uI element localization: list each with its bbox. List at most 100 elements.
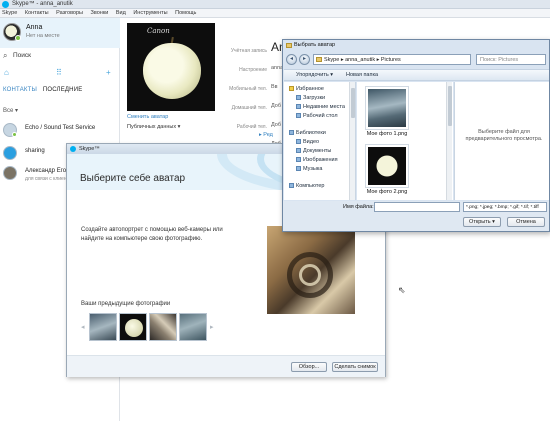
previous-photos-strip: ◂ ▸	[81, 313, 221, 341]
pictures-icon	[296, 157, 301, 163]
mouse-cursor-icon: ⇖	[398, 285, 406, 295]
skype-logo-icon	[70, 146, 76, 152]
tab-contacts[interactable]: КОНТАКТЫ	[3, 87, 37, 93]
nav-item-favorites[interactable]: Избранное	[289, 86, 324, 92]
file-name-input[interactable]	[374, 202, 460, 212]
scrollbar-thumb[interactable]	[448, 86, 452, 126]
menu-view[interactable]: Вид	[116, 10, 126, 16]
new-folder-button[interactable]: Новая папка	[346, 70, 378, 81]
file-name-label: Имя файла:	[343, 204, 374, 210]
profile-header[interactable]: Anna Нет на месте	[0, 18, 120, 48]
file-thumbnail	[365, 86, 409, 130]
previous-photo-thumb[interactable]	[89, 313, 117, 341]
change-avatar-link[interactable]: Сменить аватар	[127, 114, 168, 120]
file-thumbnail	[365, 144, 409, 188]
preview-message: Выберите файл для предварительного просм…	[465, 129, 543, 142]
contacts-filter[interactable]: Все ▾	[3, 107, 18, 114]
star-icon	[289, 86, 294, 92]
video-icon	[296, 139, 301, 145]
tab-recent[interactable]: ПОСЛЕДНИЕ	[43, 87, 83, 93]
status-online-icon	[12, 132, 17, 137]
home-icon[interactable]: ⌂	[4, 68, 9, 77]
menu-calls[interactable]: Звонки	[91, 10, 109, 16]
quick-actions: ⌂ ⠿ +	[0, 68, 120, 80]
menu-bar: Skype Контакты Разговоры Звонки Вид Инст…	[0, 9, 550, 18]
file-search-input[interactable]: Поиск: Pictures	[476, 54, 546, 65]
organize-menu[interactable]: Упорядочить ▾	[296, 70, 333, 81]
nav-item-music[interactable]: Музыка	[296, 166, 322, 172]
profile-status[interactable]: Нет на месте	[26, 33, 60, 39]
apple-image	[143, 43, 201, 99]
browse-button[interactable]: Обзор...	[291, 362, 327, 372]
file-dialog-toolbar: Упорядочить ▾ Новая папка	[284, 69, 549, 81]
search-box[interactable]: ⌕ Поиск	[0, 50, 120, 62]
contact-name: sharing	[25, 148, 45, 154]
file-dialog-titlebar: Выбрать аватар	[283, 40, 549, 51]
skype-titlebar: Skype™ - anna_anutik	[0, 0, 550, 9]
folder-icon	[286, 43, 292, 48]
menu-conversations[interactable]: Разговоры	[56, 10, 83, 16]
contact-name: Echo / Sound Test Service	[25, 125, 96, 131]
open-button[interactable]: Открыть ▾	[463, 217, 501, 227]
nav-item-documents[interactable]: Документы	[296, 148, 331, 154]
call-phones-icon[interactable]: ⠿	[56, 68, 62, 77]
address-bar[interactable]: Skype ▸ anna_anutik ▸ Pictures	[313, 54, 471, 65]
menu-skype[interactable]: Skype	[2, 10, 17, 16]
status-away-icon	[15, 35, 21, 41]
skype-logo-icon	[2, 1, 9, 8]
menu-help[interactable]: Помощь	[175, 10, 196, 16]
avatar-dialog-title: Skype™	[79, 146, 100, 152]
nav-item-downloads[interactable]: Загрузки	[296, 95, 325, 101]
field-label: Учётная запись	[230, 48, 267, 54]
preview-pane: Выберите файл для предварительного просм…	[454, 82, 549, 200]
avatar-dialog-heading: Выберите себе аватар	[80, 173, 186, 184]
navigation-scrollbar[interactable]	[349, 82, 355, 200]
menu-contacts[interactable]: Контакты	[25, 10, 49, 16]
avatar-dialog-footer: Обзор... Сделать снимок	[67, 355, 385, 377]
previous-photo-thumb[interactable]	[179, 313, 207, 341]
contact-item[interactable]: Echo / Sound Test Service	[0, 121, 120, 141]
previous-photos-label: Ваши предыдущие фотографии	[81, 301, 171, 307]
contact-name: Александр Его...	[25, 168, 72, 174]
file-dialog-navbar: ◂ ▸ Skype ▸ anna_anutik ▸ Pictures Поиск…	[286, 53, 548, 67]
camera-brand-mark: Canon	[147, 27, 170, 35]
file-name: Мое фото 1.png	[366, 131, 408, 137]
avatar-preview-image	[267, 226, 355, 314]
cancel-button[interactable]: Отмена	[507, 217, 545, 227]
nav-item-pictures[interactable]: Изображения	[296, 157, 338, 163]
search-label: Поиск	[13, 52, 32, 59]
nav-item-recent-places[interactable]: Недавние места	[296, 104, 345, 110]
scroll-right-icon[interactable]: ▸	[210, 323, 214, 331]
file-list-scrollbar[interactable]	[446, 82, 452, 200]
back-button[interactable]: ◂	[286, 54, 297, 65]
file-dialog-title: Выбрать аватар	[294, 42, 336, 48]
take-snapshot-button[interactable]: Сделать снимок	[332, 362, 378, 372]
music-icon	[296, 166, 301, 172]
edit-profile-link[interactable]: ▸ Ред	[259, 132, 273, 138]
search-icon: ⌕	[3, 51, 8, 60]
libraries-icon	[289, 130, 294, 136]
file-type-select[interactable]: *.png; *.jpeg; *.bmp; *.gif; *.tif; *.ti…	[463, 202, 547, 212]
file-item[interactable]: Мое фото 1.png	[365, 86, 409, 137]
file-item[interactable]: Мое фото 2.png	[365, 144, 409, 195]
nav-item-video[interactable]: Видео	[296, 139, 319, 145]
nav-item-computer[interactable]: Компьютер	[289, 183, 324, 189]
field-label: Домашний тел.	[231, 105, 267, 111]
menu-tools[interactable]: Инструменты	[133, 10, 167, 16]
profile-avatar-image[interactable]: Canon	[127, 23, 215, 111]
nav-item-libraries[interactable]: Библиотеки	[289, 130, 326, 136]
documents-icon	[296, 148, 301, 154]
profile-field-labels: Учётная запись Настроение Мобильный тел.…	[225, 42, 267, 137]
file-open-dialog: Выбрать аватар ◂ ▸ Skype ▸ anna_anutik ▸…	[282, 39, 550, 232]
scrollbar-thumb[interactable]	[351, 88, 355, 118]
forward-button[interactable]: ▸	[299, 54, 310, 65]
nav-item-desktop[interactable]: Рабочий стол	[296, 113, 338, 119]
add-contact-icon[interactable]: +	[106, 68, 111, 77]
field-label: Мобильный тел.	[229, 86, 267, 92]
previous-photo-thumb[interactable]	[149, 313, 177, 341]
public-data-dropdown[interactable]: Публичных данных ▾	[127, 124, 180, 130]
navigation-pane: Избранное Загрузки Недавние места Рабочи…	[284, 82, 356, 200]
downloads-icon	[296, 95, 301, 101]
scroll-left-icon[interactable]: ◂	[81, 323, 85, 331]
previous-photo-thumb[interactable]	[119, 313, 147, 341]
